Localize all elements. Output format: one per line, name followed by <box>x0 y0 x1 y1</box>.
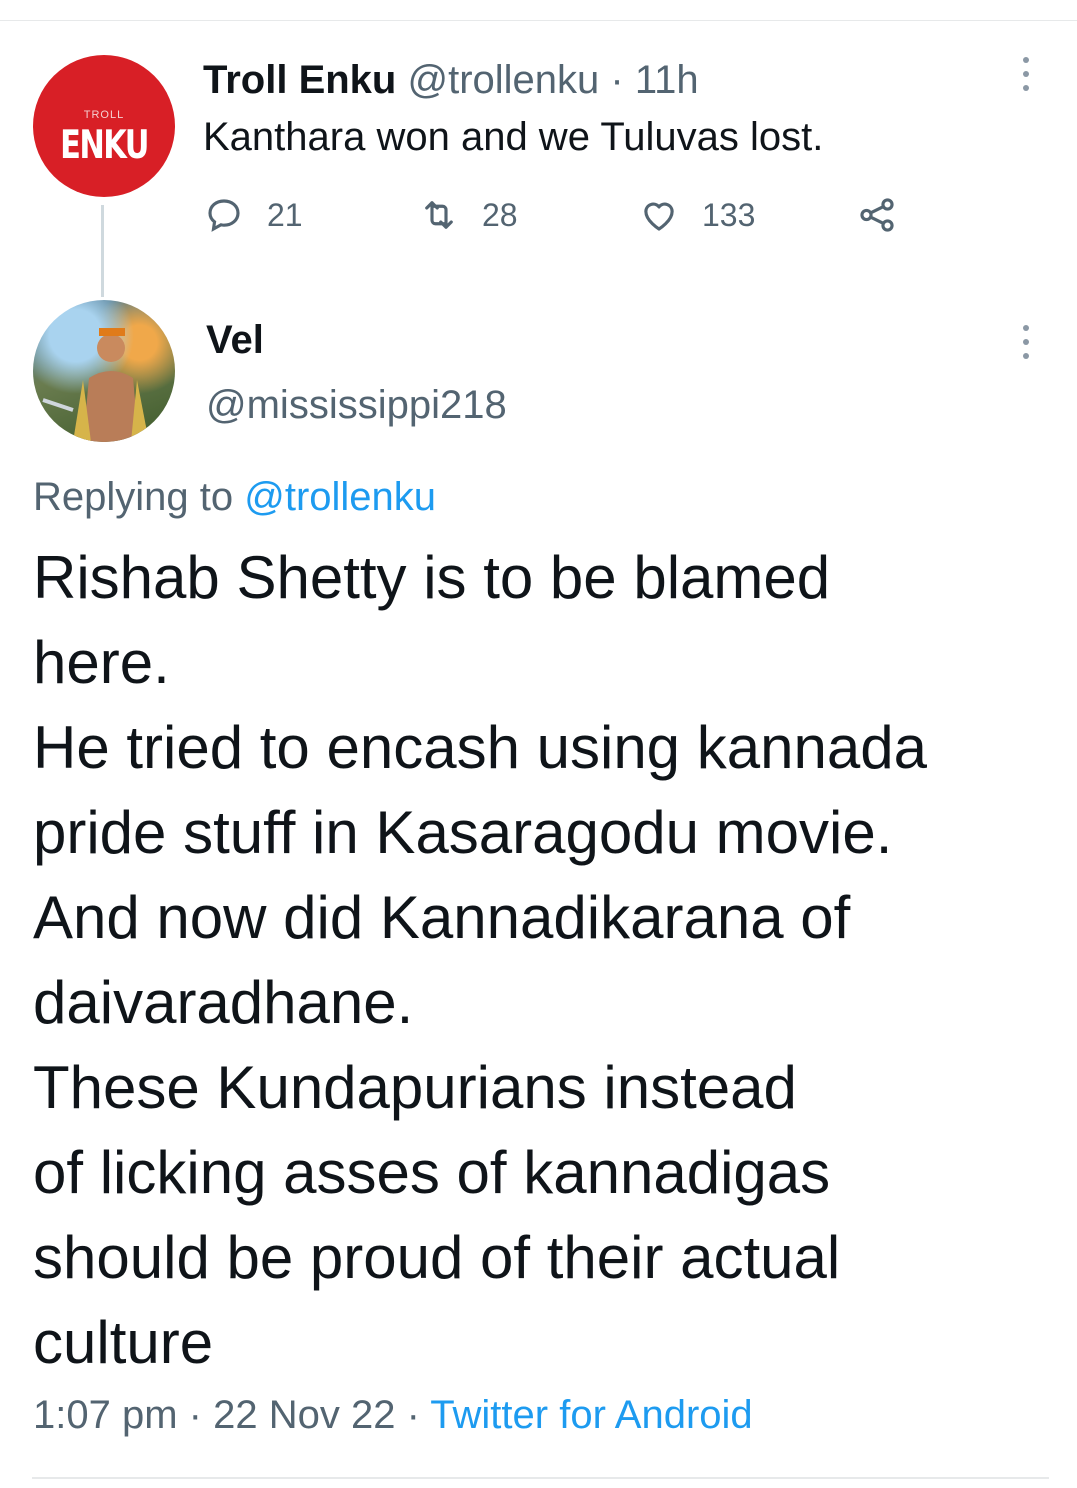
reply-count: 21 <box>267 196 303 233</box>
reply-display-name[interactable]: Vel <box>206 318 264 363</box>
avatar-vel[interactable] <box>33 300 175 442</box>
top-divider <box>0 20 1077 21</box>
thread-connector-line <box>101 205 104 297</box>
retweet-button[interactable]: 28 <box>418 193 518 237</box>
more-vertical-icon[interactable] <box>1021 325 1031 365</box>
tweet-date[interactable]: 22 Nov 22 <box>213 1393 395 1437</box>
share-icon <box>860 198 894 232</box>
parent-handle[interactable]: @trollenku <box>407 58 599 102</box>
reply-handle[interactable]: @mississippi218 <box>206 383 507 428</box>
tweet-body-line: pride stuff in Kasaragodu movie. <box>33 799 893 866</box>
tweet-source-link[interactable]: Twitter for Android <box>430 1393 752 1437</box>
parent-tweet-header: Troll Enku @trollenku · 11h <box>203 58 699 103</box>
avatar-troll-text: TROLL <box>83 109 125 121</box>
tweet-body-line: These Kundapurians instead <box>33 1054 797 1121</box>
meta-separator: · <box>406 1393 420 1437</box>
share-button[interactable] <box>856 193 898 237</box>
reply-icon <box>208 199 240 232</box>
replying-to-handle-link[interactable]: @trollenku <box>244 475 436 519</box>
like-button[interactable]: 133 <box>638 193 755 237</box>
tweet-body-line: here. <box>33 629 170 696</box>
retweet-icon <box>425 201 453 229</box>
avatar-troll-enku[interactable]: TROLL ENKU <box>33 55 175 197</box>
meta-separator: · <box>188 1393 202 1437</box>
replying-to-label: Replying to <box>33 475 234 519</box>
like-count: 133 <box>702 196 756 233</box>
reply-button[interactable]: 21 <box>203 193 303 237</box>
retweet-count: 28 <box>482 196 518 233</box>
parent-separator: · <box>610 58 624 102</box>
avatar-photo <box>42 328 149 442</box>
tweet-body-line: culture <box>33 1309 214 1376</box>
like-icon <box>644 202 674 231</box>
reply-tweet-body: Rishab Shetty is to be blamed here. He t… <box>33 535 1053 1385</box>
bottom-divider <box>32 1477 1049 1479</box>
tweet-body-line: should be proud of their actual <box>33 1224 841 1291</box>
parent-display-name[interactable]: Troll Enku <box>203 58 396 102</box>
tweet-metadata: 1:07 pm · 22 Nov 22 · Twitter for Androi… <box>33 1393 753 1438</box>
tweet-time[interactable]: 1:07 pm <box>33 1393 178 1437</box>
tweet-body-line: And now did Kannadikarana of <box>33 884 851 951</box>
avatar-enku-text: ENKU <box>60 123 149 168</box>
more-vertical-icon[interactable] <box>1021 57 1031 97</box>
tweet-body-line: of licking asses of kannadigas <box>33 1139 831 1206</box>
parent-time[interactable]: 11h <box>635 58 699 102</box>
tweet-body-line: He tried to encash using kannada <box>33 714 927 781</box>
parent-tweet-text: Kanthara won and we Tuluvas lost. <box>203 115 824 159</box>
tweet-body-line: daivaradhane. <box>33 969 414 1036</box>
tweet-body-line: Rishab Shetty is to be blamed <box>33 544 831 611</box>
replying-to-line: Replying to @trollenku <box>33 475 436 520</box>
